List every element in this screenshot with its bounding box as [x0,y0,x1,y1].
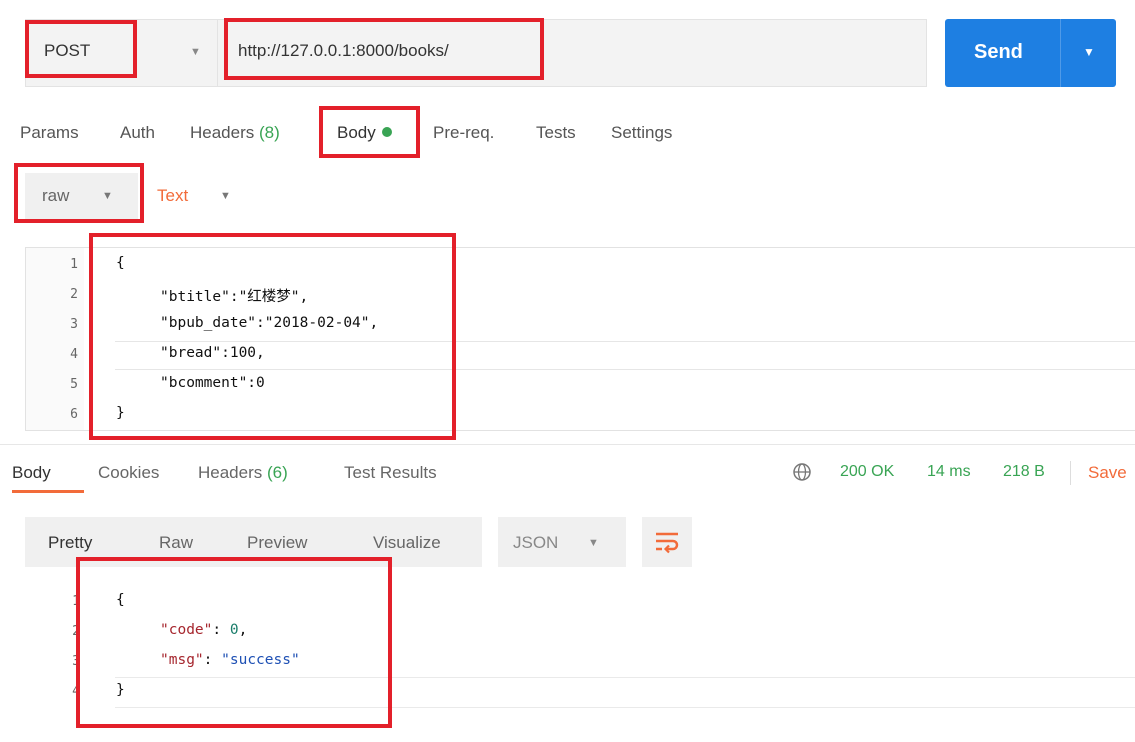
line-number: 5 [70,377,78,392]
status-code: 200 OK [840,463,895,480]
view-raw[interactable]: Raw [159,533,193,553]
response-time: 14 ms [927,463,971,480]
annotation-box [89,233,456,440]
annotation-box [319,106,420,158]
send-options-chevron-icon[interactable]: ▼ [1083,45,1095,59]
tab-headers[interactable]: Headers (8) [190,123,280,143]
active-tab-underline [12,490,84,493]
annotation-box [224,18,544,80]
response-tab-headers-label: Headers [198,463,263,482]
line-number: 3 [70,317,78,332]
annotation-box [25,20,137,78]
section-divider [0,444,1135,445]
globe-icon[interactable] [792,462,812,482]
chevron-down-icon: ▼ [588,537,599,549]
tab-auth[interactable]: Auth [120,123,155,143]
line-number: 4 [70,347,78,362]
tab-headers-count: (8) [259,123,280,142]
chevron-down-icon[interactable]: ▼ [220,190,231,202]
wrap-lines-icon [656,532,679,554]
line-number: 2 [70,287,78,302]
response-tab-headers[interactable]: Headers (6) [198,463,288,483]
tab-headers-label: Headers [190,123,255,142]
response-format-label: JSON [513,533,559,552]
annotation-box [14,163,144,223]
line-number: 6 [70,407,78,422]
tab-pre-request[interactable]: Pre-req. [433,123,494,143]
send-label: Send [974,41,1023,63]
response-tab-headers-count: (6) [267,463,288,482]
body-format-select[interactable]: Text [157,186,188,206]
divider [1070,461,1071,485]
editor-gutter [26,248,84,430]
save-response-button[interactable]: Save [1088,463,1127,483]
response-tab-body[interactable]: Body [12,463,51,483]
chevron-down-icon[interactable]: ▼ [190,46,201,58]
view-visualize[interactable]: Visualize [373,533,441,553]
tab-params[interactable]: Params [20,123,79,143]
send-divider [1060,19,1061,87]
tab-tests[interactable]: Tests [536,123,576,143]
line-number: 1 [70,257,78,272]
tab-settings[interactable]: Settings [611,123,672,143]
annotation-box [76,557,392,728]
view-pretty[interactable]: Pretty [48,533,92,553]
response-size: 218 B [1003,463,1045,480]
response-tab-test-results[interactable]: Test Results [344,463,437,483]
response-tab-cookies[interactable]: Cookies [98,463,159,483]
view-preview[interactable]: Preview [247,533,307,553]
